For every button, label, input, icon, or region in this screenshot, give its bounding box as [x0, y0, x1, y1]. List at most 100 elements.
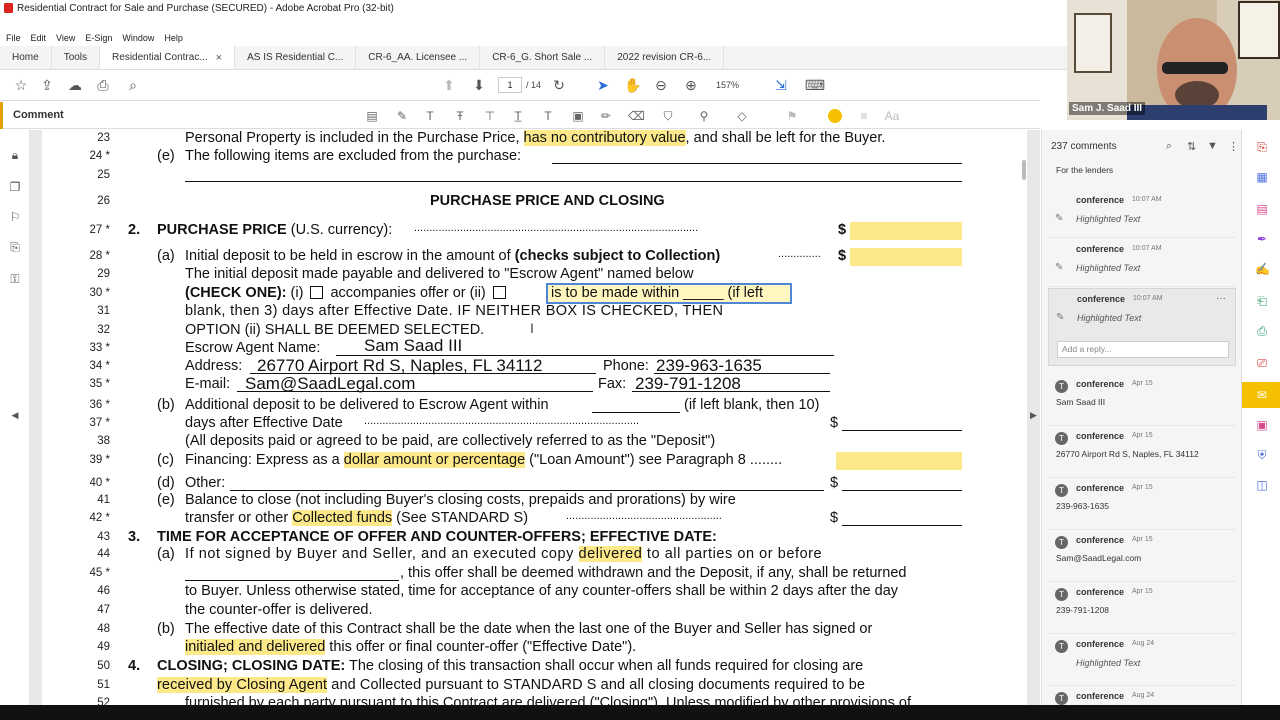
- menu-edit[interactable]: Edit: [31, 33, 47, 43]
- upload-icon[interactable]: ⇪: [38, 76, 56, 94]
- tab-cr6-g[interactable]: CR-6_G. Short Sale ...: [480, 46, 606, 69]
- comment-item[interactable]: ✎ conference 10:07 AM Highlighted Text: [1048, 239, 1236, 287]
- tab-cr6-aa[interactable]: CR-6_AA. Licensee ...: [356, 46, 481, 69]
- other-blank[interactable]: [230, 490, 824, 491]
- tab-home[interactable]: Home: [0, 46, 52, 69]
- fit-page-icon[interactable]: ⇲: [772, 76, 790, 94]
- bookmark-icon[interactable]: ⚐: [8, 210, 22, 224]
- comment-item[interactable]: T conference Aug 24 Highlighted Text: [1048, 634, 1236, 686]
- menu-window[interactable]: Window: [122, 33, 154, 43]
- filter-icon[interactable]: ▼: [1207, 140, 1218, 152]
- fill-sign-icon[interactable]: ✒: [1255, 232, 1269, 246]
- comment-item[interactable]: T conference Apr 15 Sam@SaadLegal.com: [1048, 530, 1236, 582]
- option-i-checkbox[interactable]: [310, 286, 324, 299]
- select-cursor-icon[interactable]: ➤: [594, 76, 612, 94]
- comment-item[interactable]: T conference Apr 15 Sam Saad III: [1048, 374, 1236, 426]
- star-icon[interactable]: ☆: [12, 76, 30, 94]
- page-number-input[interactable]: 1: [498, 77, 522, 93]
- measure-icon[interactable]: ◫: [1255, 478, 1269, 492]
- comment-more-icon[interactable]: ···: [1216, 293, 1226, 304]
- highlight-pen-icon[interactable]: ✎: [394, 108, 410, 124]
- eraser-icon[interactable]: ⌫: [628, 108, 645, 124]
- highlighted-text[interactable]: delivered: [578, 546, 643, 562]
- combine-files-icon[interactable]: ⎙: [1255, 324, 1269, 338]
- search-comments-icon[interactable]: ⌕: [1166, 140, 1172, 153]
- tab-residential-contract[interactable]: Residential Contrac... ×: [100, 46, 236, 69]
- menu-esign[interactable]: E-Sign: [85, 33, 112, 43]
- shapes-icon[interactable]: ◇: [734, 108, 750, 124]
- text-box-icon[interactable]: T: [540, 108, 556, 124]
- attachment-icon[interactable]: ⎘: [8, 240, 22, 254]
- acceptance-date-blank[interactable]: [185, 580, 399, 581]
- hand-tool-icon[interactable]: ✋: [624, 76, 642, 94]
- sort-icon[interactable]: ⇅: [1187, 140, 1196, 153]
- sticky-note-icon[interactable]: ▤: [364, 108, 380, 124]
- menu-view[interactable]: View: [56, 33, 75, 43]
- more-options-icon[interactable]: ⋮: [1228, 140, 1239, 153]
- stamp-icon[interactable]: ⛉: [660, 108, 676, 124]
- zoom-out-icon[interactable]: ⊖: [652, 76, 670, 94]
- color-picker-icon[interactable]: [828, 109, 842, 123]
- pin-icon[interactable]: ⚑: [784, 108, 800, 124]
- tab-2022-revision[interactable]: 2022 revision CR-6...: [605, 46, 725, 69]
- redact-icon[interactable]: ▣: [1255, 418, 1269, 432]
- pages-thumbnail-icon[interactable]: ❐: [8, 180, 22, 194]
- excluded-items-blank-2[interactable]: [185, 181, 962, 182]
- protect-icon[interactable]: ⛨: [1255, 448, 1269, 462]
- security-icon[interactable]: ⚿: [8, 272, 22, 286]
- cloud-upload-icon[interactable]: ☁: [66, 76, 84, 94]
- tab-tools[interactable]: Tools: [52, 46, 101, 69]
- export-pdf-icon[interactable]: ⎘: [1255, 140, 1269, 154]
- scan-ocr-icon[interactable]: ⎚: [1255, 356, 1269, 370]
- highlighted-text[interactable]: Collected funds: [292, 510, 393, 526]
- comment-item[interactable]: T conference Apr 15 26770 Airport Rd S, …: [1048, 426, 1236, 478]
- next-page-icon[interactable]: ⬇: [470, 76, 488, 94]
- text-field-icon[interactable]: ▣: [570, 108, 586, 124]
- comment-icon[interactable]: ✉: [1255, 388, 1269, 402]
- comment-item[interactable]: ✎ conference 10:07 AM Highlighted Text: [1048, 190, 1236, 238]
- comment-item[interactable]: T conference Apr 15 239-963-1635: [1048, 478, 1236, 530]
- other-amount-field[interactable]: [842, 490, 962, 491]
- zoom-level[interactable]: 157%: [716, 80, 739, 90]
- insert-text-icon[interactable]: T̲: [510, 108, 526, 124]
- create-pdf-icon[interactable]: ▤: [1255, 202, 1269, 216]
- comment-item-selected[interactable]: ✎ conference 10:07 AM ··· Highlighted Te…: [1048, 288, 1236, 366]
- zoom-in-icon[interactable]: ⊕: [682, 76, 700, 94]
- highlighted-text[interactable]: initialed and delivered: [185, 639, 326, 655]
- initial-deposit-field[interactable]: [850, 248, 962, 266]
- escrow-agent-name-value[interactable]: Sam Saad III: [364, 336, 462, 356]
- send-sign-icon[interactable]: ✍: [1255, 262, 1270, 276]
- highlighted-text[interactable]: dollar amount or percentage: [343, 452, 526, 468]
- comment-item[interactable]: T conference Apr 15 239-791-1208: [1048, 582, 1236, 634]
- additional-deposit-field[interactable]: [842, 430, 962, 431]
- organize-pages-icon[interactable]: ⎗: [1255, 294, 1269, 308]
- comment-item[interactable]: T conference Aug 24: [1048, 686, 1236, 705]
- purchase-price-field[interactable]: [850, 222, 962, 240]
- font-size-icon[interactable]: Aa: [884, 108, 900, 124]
- reply-input[interactable]: Add a reply...: [1057, 341, 1229, 358]
- loan-amount-field[interactable]: [836, 452, 962, 470]
- tab-close-icon[interactable]: ×: [216, 52, 222, 64]
- print-icon[interactable]: ⎙: [94, 76, 112, 94]
- rotate-icon[interactable]: ↻: [550, 76, 568, 94]
- selected-highlight-text[interactable]: is to be made within _____ (if left: [546, 283, 792, 304]
- edit-pdf-icon[interactable]: ▦: [1255, 170, 1269, 184]
- draw-pencil-icon[interactable]: ✏: [598, 108, 614, 124]
- keyboard-icon[interactable]: ⌨: [805, 76, 825, 94]
- highlighted-text[interactable]: received by Closing Agent: [157, 677, 328, 693]
- highlighted-text[interactable]: has no contributory value: [523, 130, 686, 146]
- menu-file[interactable]: File: [6, 33, 21, 43]
- option-ii-checkbox[interactable]: [492, 286, 506, 299]
- strikethrough-icon[interactable]: Ŧ: [452, 108, 468, 124]
- vertical-scrollbar[interactable]: [1022, 160, 1026, 180]
- line-weight-icon[interactable]: ≡: [856, 108, 872, 124]
- replace-text-icon[interactable]: ⊤: [482, 108, 498, 124]
- excluded-items-blank[interactable]: [552, 163, 962, 164]
- collapse-right-icon[interactable]: ▶: [1030, 410, 1037, 421]
- additional-deposit-days-blank[interactable]: [592, 412, 680, 413]
- prev-page-icon[interactable]: ⬆: [440, 76, 458, 94]
- menu-help[interactable]: Help: [164, 33, 183, 43]
- underline-text-icon[interactable]: T: [422, 108, 438, 124]
- balance-field[interactable]: [842, 525, 962, 526]
- attach-icon[interactable]: ⚲: [696, 108, 712, 124]
